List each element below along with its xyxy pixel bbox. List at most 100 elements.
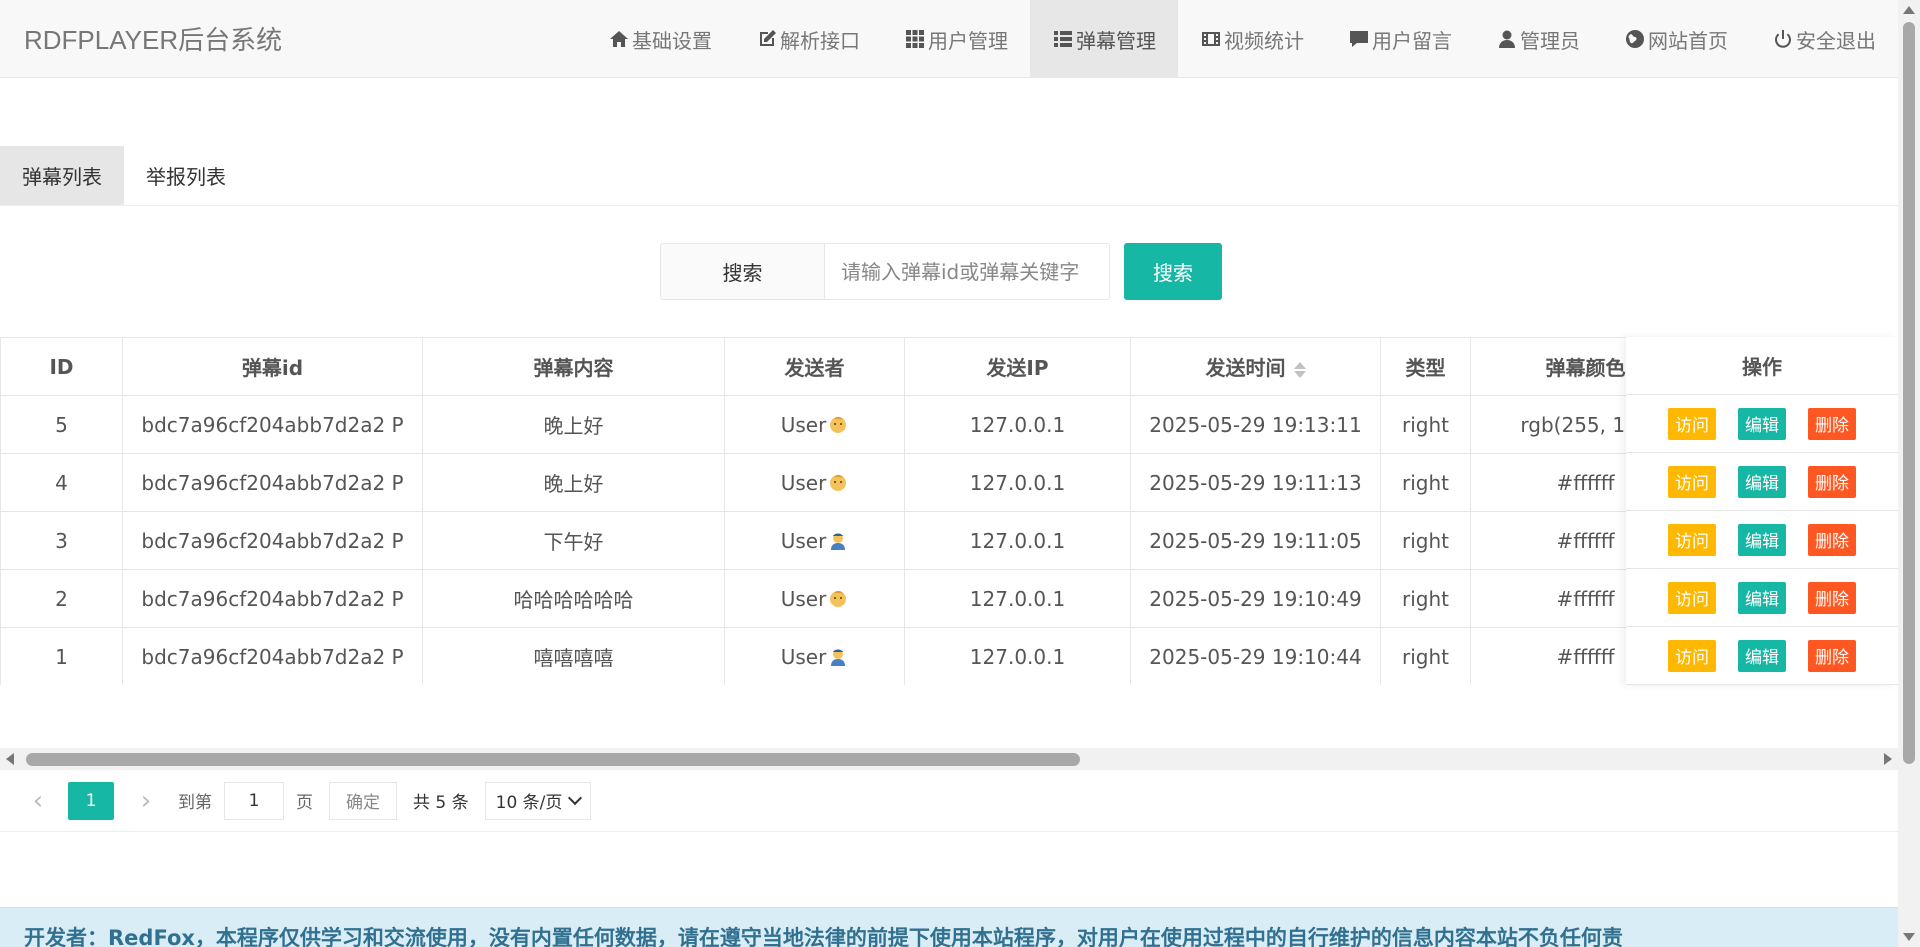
search-button[interactable]: 搜索	[1124, 243, 1222, 300]
cell-sender: User	[724, 395, 905, 454]
page-size-value: 10 条/页	[495, 793, 563, 813]
delete-button[interactable]: 删除	[1808, 407, 1856, 440]
cell-danmaku-id-text: bdc7a96cf204abb7d2a2 P	[141, 470, 404, 495]
table-row: 4 bdc7a96cf204abb7d2a2 P 晚上好 User 127.0.0.1 2…	[0, 453, 1898, 512]
cell-time-text: 2025-05-29 19:10:49	[1149, 586, 1362, 611]
cell-id-text: 1	[55, 644, 68, 669]
nav-item-parse-api[interactable]: 解析接口	[734, 0, 882, 78]
cell-type: right	[1380, 395, 1471, 454]
cell-content-text: 晚上好	[543, 414, 604, 438]
cell-content-text: 嘻嘻嘻嘻	[533, 646, 614, 670]
tab-danmaku-list[interactable]: 弹幕列表	[0, 146, 124, 205]
ops-row: 访问 编辑 删除	[1626, 395, 1898, 453]
edit-button[interactable]: 编辑	[1738, 407, 1786, 440]
cell-content: 晚上好	[422, 453, 725, 512]
nav-item-danmaku-management[interactable]: 弹幕管理	[1030, 0, 1178, 78]
nav-item-video-stats[interactable]: 视频统计	[1178, 0, 1326, 78]
cell-ip: 127.0.0.1	[904, 627, 1131, 685]
edit-button[interactable]: 编辑	[1738, 639, 1786, 672]
visit-button[interactable]: 访问	[1668, 639, 1716, 672]
cell-color-text: #ffffff	[1556, 586, 1615, 611]
nav-item-user-messages[interactable]: 用户留言	[1326, 0, 1474, 78]
cell-id-text: 3	[55, 528, 68, 553]
nav-item-label: 基础设置	[632, 28, 712, 53]
scroll-right-arrow[interactable]	[1884, 753, 1892, 765]
edit-button[interactable]: 编辑	[1738, 465, 1786, 498]
nav-item-logout[interactable]: 安全退出	[1750, 0, 1898, 78]
scroll-down-arrow[interactable]	[1903, 933, 1915, 941]
cell-color-text: #ffffff	[1556, 470, 1615, 495]
next-page-icon[interactable]: ›	[126, 783, 166, 819]
pagination: ‹ 1 › 到第 1 页 确定 共 5 条 10 条/页	[0, 770, 1898, 832]
cell-id-text: 5	[55, 412, 68, 437]
page-size-select[interactable]: 10 条/页	[484, 781, 591, 820]
prev-page-icon[interactable]: ‹	[18, 783, 58, 819]
cell-content-text: 下午好	[543, 530, 604, 554]
visit-button[interactable]: 访问	[1668, 465, 1716, 498]
user-icon	[1496, 28, 1518, 50]
tab-report-list[interactable]: 举报列表	[124, 146, 248, 205]
cell-type-text: right	[1402, 470, 1449, 495]
cell-content: 下午好	[422, 511, 725, 570]
scroll-left-arrow[interactable]	[6, 753, 14, 765]
search-input[interactable]	[825, 243, 1110, 300]
scrollbar-thumb[interactable]	[1903, 22, 1915, 764]
film-icon	[1200, 28, 1222, 50]
list-icon	[1052, 28, 1074, 50]
cell-id: 5	[0, 395, 123, 454]
horizontal-scrollbar[interactable]	[0, 748, 1898, 770]
delete-button[interactable]: 删除	[1808, 639, 1856, 672]
cell-type: right	[1380, 627, 1471, 685]
edit-button[interactable]: 编辑	[1738, 523, 1786, 556]
visit-button[interactable]: 访问	[1668, 581, 1716, 614]
edit-button[interactable]: 编辑	[1738, 581, 1786, 614]
cell-danmaku-id-text: bdc7a96cf204abb7d2a2 P	[141, 644, 404, 669]
table-row: 3 bdc7a96cf204abb7d2a2 P 下午好 User 127.0.0.1 2…	[0, 511, 1898, 570]
goto-confirm-button[interactable]: 确定	[329, 781, 397, 820]
nav-item-site-home[interactable]: 网站首页	[1602, 0, 1750, 78]
delete-button[interactable]: 删除	[1808, 465, 1856, 498]
cell-sender-text: User	[780, 528, 827, 553]
cell-sender-text: User	[780, 470, 827, 495]
nav-item-basic-settings[interactable]: 基础设置	[586, 0, 734, 78]
goto-page-input[interactable]: 1	[224, 781, 284, 820]
table-header-row: ID 弹幕id 弹幕内容 发送者 发送IP 发送时间 类型 弹幕颜色	[0, 337, 1898, 396]
delete-button[interactable]: 删除	[1808, 581, 1856, 614]
scroll-up-arrow[interactable]	[1903, 6, 1915, 14]
header-time-label: 发送时间	[1205, 356, 1286, 380]
cell-sender: User	[724, 569, 905, 628]
cell-ip-text: 127.0.0.1	[969, 412, 1066, 437]
page-number-current[interactable]: 1	[68, 781, 114, 820]
cell-danmaku-id-text: bdc7a96cf204abb7d2a2 P	[141, 586, 404, 611]
user-emoji-icon	[830, 474, 847, 491]
cell-id: 1	[0, 627, 123, 685]
top-navbar: RDFPLAYER后台系统 基础设置 解析接口 用户管理 弹幕管理 视频统计 用…	[0, 0, 1898, 78]
scrollbar-thumb[interactable]	[26, 753, 1080, 766]
cell-type: right	[1380, 453, 1471, 512]
sort-icon[interactable]	[1293, 360, 1306, 380]
cell-id-text: 4	[55, 470, 68, 495]
ops-row: 访问 编辑 删除	[1626, 511, 1898, 569]
header-time[interactable]: 发送时间	[1130, 337, 1381, 396]
nav-item-user-management[interactable]: 用户管理	[882, 0, 1030, 78]
cell-content: 嘻嘻嘻嘻	[422, 627, 725, 685]
brand-title[interactable]: RDFPLAYER后台系统	[24, 20, 282, 57]
cell-sender: User	[724, 511, 905, 570]
nav-item-label: 安全退出	[1796, 28, 1876, 53]
delete-button[interactable]: 删除	[1808, 523, 1856, 556]
nav-item-admins[interactable]: 管理员	[1474, 0, 1602, 78]
vertical-scrollbar[interactable]	[1898, 0, 1920, 947]
ops-row: 访问 编辑 删除	[1626, 453, 1898, 511]
cell-ip-text: 127.0.0.1	[969, 470, 1066, 495]
cell-time: 2025-05-29 19:11:13	[1130, 453, 1381, 512]
cell-type-text: right	[1402, 586, 1449, 611]
visit-button[interactable]: 访问	[1668, 407, 1716, 440]
header-type: 类型	[1380, 337, 1471, 396]
cell-content-text: 哈哈哈哈哈哈	[513, 588, 634, 612]
cell-ip-text: 127.0.0.1	[969, 586, 1066, 611]
visit-button[interactable]: 访问	[1668, 523, 1716, 556]
edit-icon	[756, 28, 778, 50]
user-emoji-icon	[831, 648, 846, 666]
nav-item-label: 用户管理	[928, 28, 1008, 53]
ops-row: 访问 编辑 删除	[1626, 627, 1898, 685]
